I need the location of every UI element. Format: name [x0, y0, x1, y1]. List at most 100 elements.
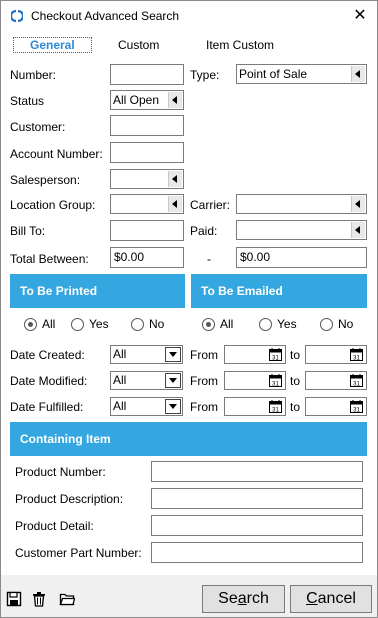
calendar-icon[interactable]: 31	[269, 348, 282, 361]
printed-radio-yes[interactable]: Yes	[71, 317, 109, 331]
date-modified-to-input[interactable]: 31	[305, 371, 367, 390]
date-fulfilled-dropdown-arrow-icon[interactable]	[165, 399, 181, 414]
emailed-radio-all[interactable]: All	[202, 317, 233, 331]
total-from-input[interactable]: $0.00	[110, 247, 184, 268]
emailed-radio-yes[interactable]: Yes	[259, 317, 297, 331]
date-modified-to-label: to	[290, 374, 301, 388]
save-icon[interactable]	[6, 591, 22, 607]
status-value: All Open	[113, 93, 160, 107]
date-modified-label: Date Modified:	[10, 374, 88, 388]
date-fulfilled-from-label: From	[190, 400, 218, 414]
printed-radio-all[interactable]: All	[24, 317, 55, 331]
vertical-scrollbar[interactable]	[371, 59, 377, 575]
status-select[interactable]: All Open	[110, 90, 184, 110]
date-fulfilled-select[interactable]: All	[110, 397, 183, 416]
bill-to-input[interactable]	[110, 220, 184, 241]
printed-radio-no-dot[interactable]	[131, 317, 144, 331]
date-created-to-input[interactable]: 31	[305, 345, 367, 364]
product-detail-input[interactable]	[151, 515, 363, 536]
account-number-label: Account Number:	[10, 147, 103, 161]
product-description-label: Product Description:	[15, 492, 124, 506]
date-modified-select[interactable]: All	[110, 371, 183, 390]
date-created-select[interactable]: All	[110, 345, 183, 364]
paid-dropdown-arrow-icon[interactable]	[351, 222, 365, 238]
bill-to-label: Bill To:	[10, 224, 46, 238]
date-fulfilled-label: Date Fulfilled:	[10, 400, 84, 414]
date-modified-dropdown-arrow-icon[interactable]	[165, 373, 181, 388]
number-input[interactable]	[110, 64, 184, 85]
tab-item-custom[interactable]: Item Custom	[206, 38, 274, 54]
title-bar: Checkout Advanced Search ✕	[1, 1, 377, 31]
customer-input[interactable]	[110, 115, 184, 136]
calendar-icon[interactable]: 31	[269, 400, 282, 413]
emailed-radio-all-dot[interactable]	[202, 317, 215, 331]
emailed-radio-no-label: No	[338, 317, 354, 331]
emailed-radio-all-label: All	[220, 317, 234, 331]
cancel-button[interactable]: Cancel	[290, 585, 372, 613]
customer-label: Customer:	[10, 120, 66, 134]
printed-radio-all-dot[interactable]	[24, 317, 37, 331]
tab-custom[interactable]: Custom	[118, 38, 159, 54]
type-label: Type:	[190, 68, 220, 82]
total-range-dash: -	[207, 252, 211, 266]
status-dropdown-arrow-icon[interactable]	[168, 92, 182, 108]
location-group-dropdown-arrow-icon[interactable]	[168, 196, 182, 212]
date-fulfilled-to-input[interactable]: 31	[305, 397, 367, 416]
date-created-from-label: From	[190, 348, 218, 362]
open-folder-icon[interactable]	[59, 591, 75, 607]
to-be-emailed-header: To Be Emailed	[191, 274, 367, 308]
product-number-input[interactable]	[151, 461, 363, 482]
product-description-input[interactable]	[151, 488, 363, 509]
paid-label: Paid:	[190, 224, 218, 238]
salesperson-label: Salesperson:	[10, 173, 81, 187]
date-created-label: Date Created:	[10, 348, 85, 362]
carrier-select[interactable]	[236, 194, 367, 214]
product-number-label: Product Number:	[15, 465, 106, 479]
type-dropdown-arrow-icon[interactable]	[351, 66, 365, 82]
emailed-radio-no[interactable]: No	[320, 317, 353, 331]
emailed-radio-yes-dot[interactable]	[259, 317, 272, 331]
footer-bar: Search Cancel	[1, 575, 377, 617]
tab-general[interactable]: General	[13, 37, 92, 53]
printed-radio-yes-dot[interactable]	[71, 317, 84, 331]
paid-select[interactable]	[236, 220, 367, 240]
date-created-value: All	[113, 347, 127, 361]
printed-radio-all-label: All	[42, 317, 56, 331]
date-fulfilled-value: All	[113, 399, 127, 413]
date-created-dropdown-arrow-icon[interactable]	[165, 347, 181, 362]
type-select[interactable]: Point of Sale	[236, 64, 367, 84]
svg-text:31: 31	[272, 408, 279, 414]
calendar-icon[interactable]: 31	[350, 400, 363, 413]
customer-part-number-input[interactable]	[151, 542, 363, 563]
total-between-label: Total Between:	[10, 252, 89, 266]
date-modified-from-input[interactable]: 31	[224, 371, 286, 390]
delete-icon[interactable]	[31, 591, 47, 607]
calendar-icon[interactable]: 31	[350, 348, 363, 361]
printed-radio-no[interactable]: No	[131, 317, 164, 331]
total-to-input[interactable]: $0.00	[236, 247, 367, 268]
close-button[interactable]: ✕	[349, 6, 371, 26]
printed-radio-no-label: No	[149, 317, 165, 331]
salesperson-dropdown-arrow-icon[interactable]	[168, 171, 182, 187]
svg-text:31: 31	[353, 356, 360, 362]
calendar-icon[interactable]: 31	[269, 374, 282, 387]
account-number-input[interactable]	[110, 142, 184, 163]
search-button[interactable]: Search	[202, 585, 285, 613]
customer-part-number-label: Customer Part Number:	[15, 546, 142, 560]
search-button-mnemonic: a	[237, 590, 247, 607]
location-group-label: Location Group:	[10, 198, 96, 212]
svg-text:31: 31	[353, 382, 360, 388]
type-value: Point of Sale	[239, 67, 308, 81]
emailed-radio-no-dot[interactable]	[320, 317, 333, 331]
carrier-label: Carrier:	[190, 198, 231, 212]
date-created-from-input[interactable]: 31	[224, 345, 286, 364]
date-fulfilled-to-label: to	[290, 400, 301, 414]
salesperson-select[interactable]	[110, 169, 184, 189]
to-be-printed-header: To Be Printed	[10, 274, 185, 308]
window-title: Checkout Advanced Search	[31, 9, 180, 23]
date-fulfilled-from-input[interactable]: 31	[224, 397, 286, 416]
location-group-select[interactable]	[110, 194, 184, 214]
cancel-button-mnemonic: C	[306, 590, 318, 607]
calendar-icon[interactable]: 31	[350, 374, 363, 387]
carrier-dropdown-arrow-icon[interactable]	[351, 196, 365, 212]
